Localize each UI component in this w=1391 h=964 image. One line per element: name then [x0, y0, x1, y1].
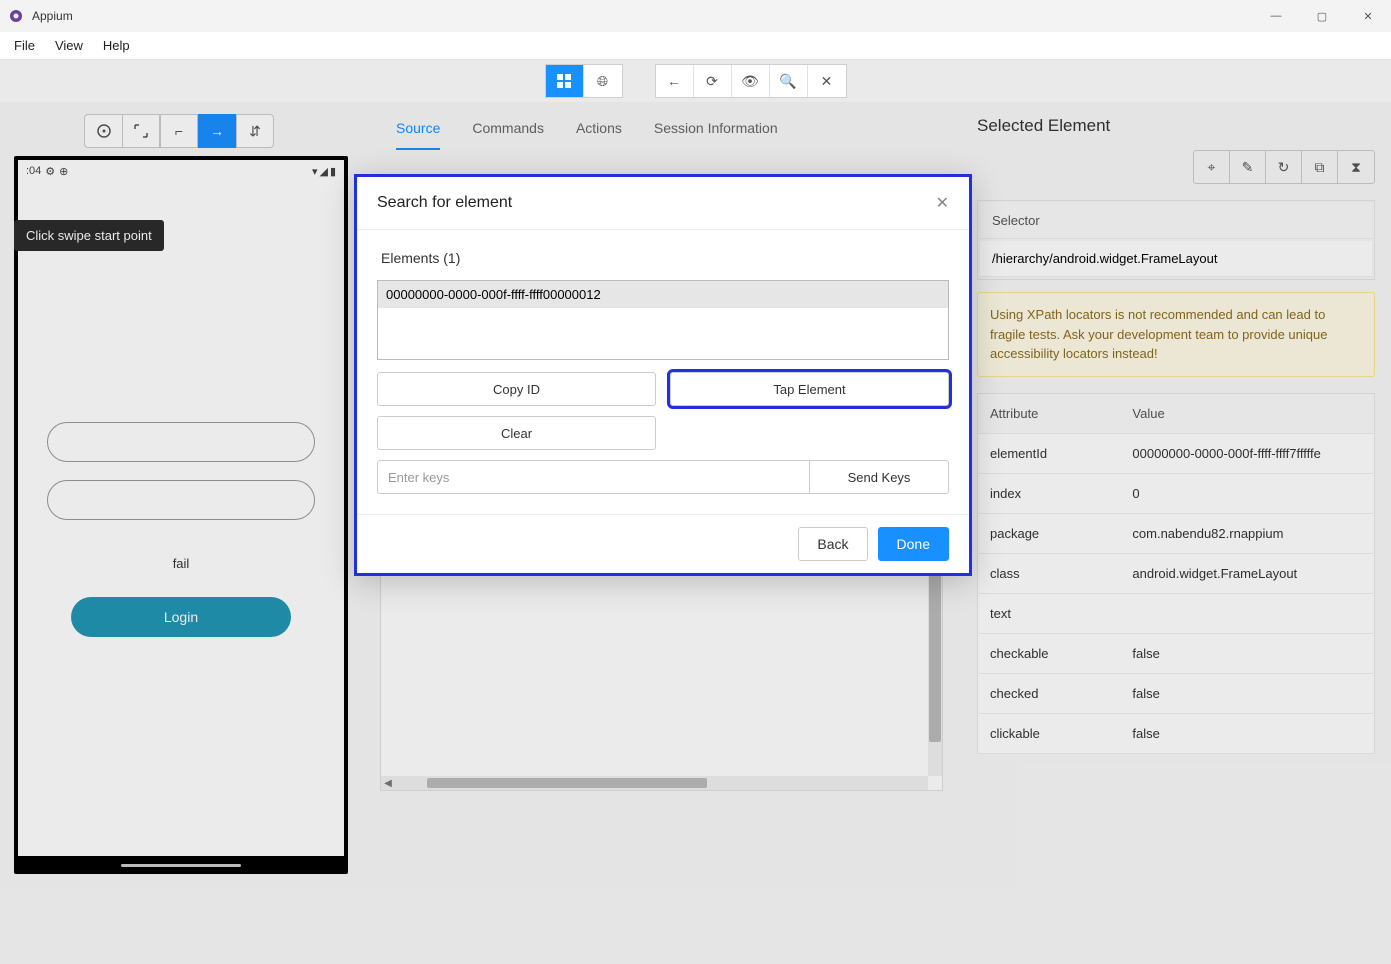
modal-title: Search for element [377, 194, 512, 212]
menu-help[interactable]: Help [93, 34, 140, 57]
search-icon: 🔍 [779, 73, 796, 90]
arrow-left-icon: ← [667, 73, 681, 89]
back-button-modal[interactable]: Back [798, 527, 867, 561]
record-button[interactable]: 👁 [732, 65, 770, 97]
search-element-modal: Search for element ✕ Elements (1) 000000… [354, 174, 972, 576]
search-button[interactable]: 🔍 [770, 65, 808, 97]
top-toolbar: 🌐︎ ← ⟳ 👁 🔍 ✕ [0, 60, 1391, 102]
send-keys-button[interactable]: Send Keys [809, 460, 949, 494]
elements-list[interactable]: 00000000-0000-000f-ffff-ffff00000012 [377, 280, 949, 360]
clear-button[interactable]: Clear [377, 416, 656, 450]
refresh-button[interactable]: ⟳ [694, 65, 732, 97]
element-list-item[interactable]: 00000000-0000-000f-ffff-ffff00000012 [378, 281, 948, 308]
menu-view[interactable]: View [45, 34, 93, 57]
maximize-button[interactable]: ▢ [1299, 0, 1345, 32]
minimize-button[interactable]: — [1253, 0, 1299, 32]
native-mode-button[interactable] [546, 65, 584, 97]
app-icon [8, 8, 24, 24]
refresh-icon: ⟳ [706, 73, 718, 90]
modal-close-button[interactable]: ✕ [936, 193, 949, 213]
quit-button[interactable]: ✕ [808, 65, 846, 97]
done-button[interactable]: Done [878, 527, 949, 561]
menu-file[interactable]: File [4, 34, 45, 57]
grid-icon [557, 74, 571, 88]
enter-keys-input[interactable]: Enter keys [377, 460, 809, 494]
x-icon: ✕ [821, 73, 833, 90]
elements-count-label: Elements (1) [381, 250, 949, 266]
globe-icon: 🌐︎ [597, 73, 608, 90]
eye-icon: 👁 [741, 73, 759, 90]
back-button[interactable]: ← [656, 65, 694, 97]
close-button[interactable]: ✕ [1345, 0, 1391, 32]
window-title: Appium [32, 9, 73, 23]
menu-bar: File View Help [0, 32, 1391, 60]
copy-id-button[interactable]: Copy ID [377, 372, 656, 406]
tap-element-button[interactable]: Tap Element [670, 372, 949, 406]
title-bar: Appium — ▢ ✕ [0, 0, 1391, 32]
web-mode-button[interactable]: 🌐︎ [584, 65, 622, 97]
